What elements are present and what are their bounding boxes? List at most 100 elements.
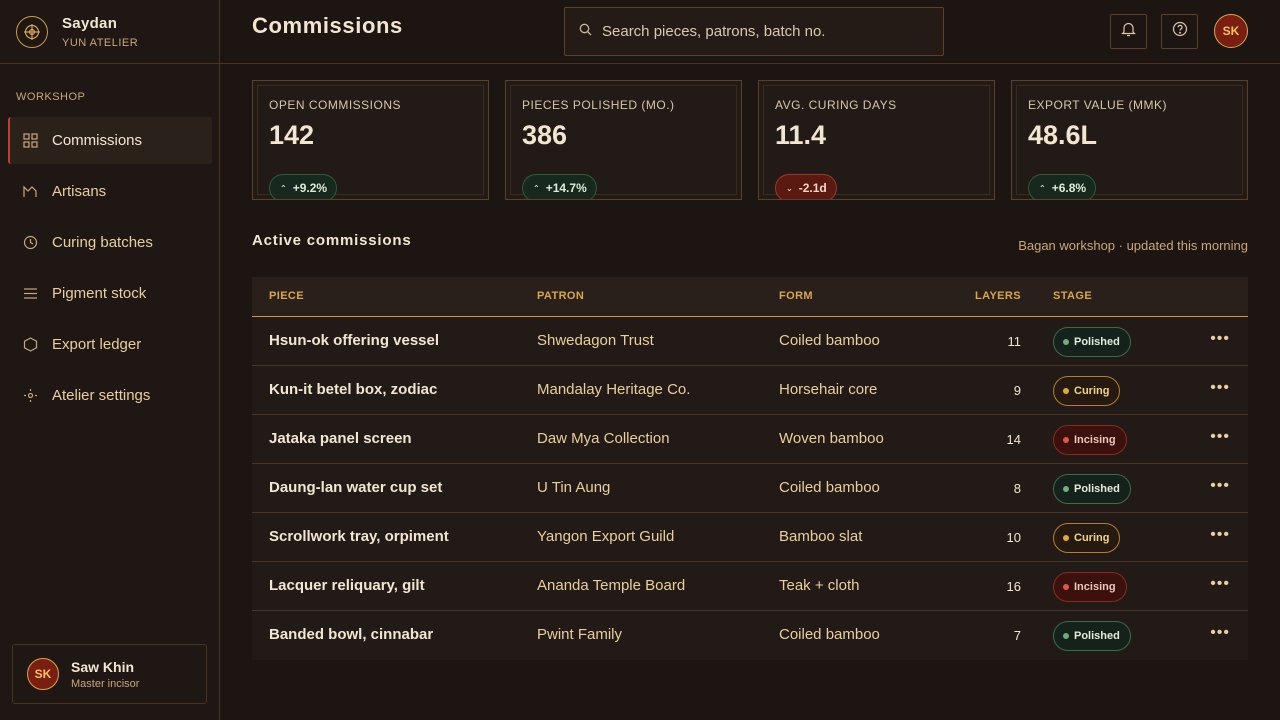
chevron-down-icon: ⌄ bbox=[786, 183, 793, 193]
user-card[interactable]: SK Saw Khin Master incisor bbox=[12, 644, 207, 704]
column-header-piece[interactable]: PIECE bbox=[269, 290, 304, 302]
cell-layers: 7 bbox=[1013, 628, 1021, 643]
table-row[interactable]: Banded bowl, cinnabar Pwint Family Coile… bbox=[252, 611, 1248, 660]
sidebar-item-label: Export ledger bbox=[52, 336, 142, 353]
sidebar-item-pigment-stock[interactable]: Pigment stock bbox=[8, 270, 212, 317]
sidebar-item-label: Commissions bbox=[52, 132, 143, 149]
sidebar-item-commissions[interactable]: Commissions bbox=[8, 117, 212, 164]
cell-patron: Mandalay Heritage Co. bbox=[537, 381, 691, 398]
more-options-icon[interactable]: ••• bbox=[1210, 575, 1230, 593]
cell-patron: Ananda Temple Board bbox=[537, 577, 686, 594]
status-dot-icon bbox=[1063, 486, 1069, 492]
cell-layers: 10 bbox=[1006, 530, 1021, 545]
cell-form: Coiled bamboo bbox=[779, 332, 880, 349]
kpi-open-commissions: OPEN COMMISSIONS 142 ⌃ +9.2% bbox=[252, 80, 489, 200]
status-dot-icon bbox=[1063, 535, 1069, 541]
table-row[interactable]: Daung-lan water cup set U Tin Aung Coile… bbox=[252, 464, 1248, 513]
column-header-layers[interactable]: LAYERS bbox=[975, 290, 1021, 302]
stage-badge: Incising bbox=[1053, 425, 1127, 455]
cell-form: Coiled bamboo bbox=[779, 626, 880, 643]
table-row[interactable]: Kun-it betel box, zodiac Mandalay Herita… bbox=[252, 366, 1248, 415]
kpi-delta: ⌃ +9.2% bbox=[269, 174, 338, 199]
stage-label: Curing bbox=[1074, 532, 1110, 544]
stage-badge: Incising bbox=[1053, 572, 1127, 602]
kpi-value: 11.4 bbox=[775, 120, 827, 150]
section-meta: Bagan workshop · updated this morning bbox=[1018, 238, 1248, 253]
cell-layers: 16 bbox=[1006, 579, 1021, 594]
column-header-stage[interactable]: STAGE bbox=[1053, 290, 1092, 302]
kpi-export-value: EXPORT VALUE (MMK) 48.6L ⌃ +6.8% bbox=[1011, 80, 1248, 200]
cell-patron: Pwint Family bbox=[537, 626, 623, 643]
more-options-icon[interactable]: ••• bbox=[1210, 428, 1230, 446]
sidebar-item-export-ledger[interactable]: Export ledger bbox=[8, 321, 212, 368]
header-avatar[interactable]: SK bbox=[1214, 14, 1248, 48]
help-button[interactable] bbox=[1161, 14, 1198, 49]
cell-piece: Jataka panel screen bbox=[269, 430, 412, 447]
sidebar-item-atelier-settings[interactable]: Atelier settings bbox=[8, 372, 212, 419]
brand-name: Saydan bbox=[62, 14, 118, 32]
chevron-up-icon: ⌃ bbox=[533, 183, 540, 193]
more-options-icon[interactable]: ••• bbox=[1210, 477, 1230, 495]
kpi-value: 386 bbox=[522, 120, 568, 150]
more-options-icon[interactable]: ••• bbox=[1210, 526, 1230, 544]
cell-piece: Hsun-ok offering vessel bbox=[269, 332, 440, 349]
cell-piece: Kun-it betel box, zodiac bbox=[269, 381, 438, 398]
brand-subtitle: YUN ATELIER bbox=[62, 36, 139, 49]
more-options-icon[interactable]: ••• bbox=[1210, 330, 1230, 348]
cell-piece: Daung-lan water cup set bbox=[269, 479, 443, 496]
commissions-table: PIECE PATRON FORM LAYERS STAGE Hsun-ok o… bbox=[252, 277, 1248, 660]
grid-icon bbox=[22, 133, 38, 149]
search-input[interactable] bbox=[602, 23, 922, 40]
cell-patron: U Tin Aung bbox=[537, 479, 611, 496]
kpi-delta: ⌃ +6.8% bbox=[1028, 174, 1097, 199]
more-options-icon[interactable]: ••• bbox=[1210, 379, 1230, 397]
kpi-delta: ⌄ -2.1d bbox=[775, 174, 837, 199]
kpi-pieces-polished: PIECES POLISHED (MO.) 386 ⌃ +14.7% bbox=[505, 80, 742, 200]
cell-layers: 9 bbox=[1013, 383, 1021, 398]
bell-icon bbox=[1121, 21, 1136, 42]
cell-form: Woven bamboo bbox=[779, 430, 884, 447]
table-row[interactable]: Scrollwork tray, orpiment Yangon Export … bbox=[252, 513, 1248, 562]
status-dot-icon bbox=[1063, 388, 1069, 394]
kpi-value: 142 bbox=[269, 120, 315, 150]
kpi-delta-value: +6.8% bbox=[1051, 181, 1087, 195]
clock-icon bbox=[22, 235, 38, 251]
more-options-icon[interactable]: ••• bbox=[1210, 624, 1230, 642]
table-row[interactable]: Jataka panel screen Daw Mya Collection W… bbox=[252, 415, 1248, 464]
cell-layers: 14 bbox=[1006, 432, 1021, 447]
table-body: Hsun-ok offering vessel Shwedagon Trust … bbox=[252, 317, 1248, 660]
cell-form: Teak + cloth bbox=[779, 577, 860, 594]
cell-patron: Yangon Export Guild bbox=[537, 528, 675, 545]
sidebar-item-artisans[interactable]: Artisans bbox=[8, 168, 212, 215]
page-title: Commissions bbox=[252, 13, 403, 38]
sidebar-item-label: Curing batches bbox=[52, 234, 153, 251]
search-box[interactable] bbox=[564, 7, 944, 56]
table-row[interactable]: Lacquer reliquary, gilt Ananda Temple Bo… bbox=[252, 562, 1248, 611]
stage-label: Polished bbox=[1074, 483, 1120, 495]
stage-label: Polished bbox=[1074, 630, 1120, 642]
brand-logo-icon bbox=[16, 15, 48, 48]
stage-label: Incising bbox=[1074, 581, 1116, 593]
user-name: Saw Khin bbox=[71, 658, 135, 675]
kpi-delta-value: +14.7% bbox=[545, 181, 587, 195]
status-dot-icon bbox=[1063, 339, 1069, 345]
kpi-value: 48.6L bbox=[1028, 120, 1098, 150]
stage-label: Incising bbox=[1074, 434, 1116, 446]
kpi-avg-curing-days: AVG. CURING DAYS 11.4 ⌄ -2.1d bbox=[758, 80, 995, 200]
hexagon-icon bbox=[22, 337, 38, 353]
status-dot-icon bbox=[1063, 584, 1069, 590]
sidebar-item-label: Pigment stock bbox=[52, 285, 147, 302]
cell-piece: Scrollwork tray, orpiment bbox=[269, 528, 449, 545]
sidebar-item-curing-batches[interactable]: Curing batches bbox=[8, 219, 212, 266]
table-header: PIECE PATRON FORM LAYERS STAGE bbox=[252, 277, 1248, 317]
chevron-up-icon: ⌃ bbox=[1039, 183, 1046, 193]
column-header-form[interactable]: FORM bbox=[779, 290, 813, 302]
notifications-button[interactable] bbox=[1110, 14, 1147, 49]
column-header-patron[interactable]: PATRON bbox=[537, 290, 584, 302]
table-row[interactable]: Hsun-ok offering vessel Shwedagon Trust … bbox=[252, 317, 1248, 366]
top-bar: Commissions SK bbox=[220, 0, 1280, 64]
user-role: Master incisor bbox=[71, 677, 140, 690]
stage-badge: Polished bbox=[1053, 621, 1131, 651]
cell-form: Horsehair core bbox=[779, 381, 878, 398]
kpi-delta-value: +9.2% bbox=[292, 181, 328, 195]
